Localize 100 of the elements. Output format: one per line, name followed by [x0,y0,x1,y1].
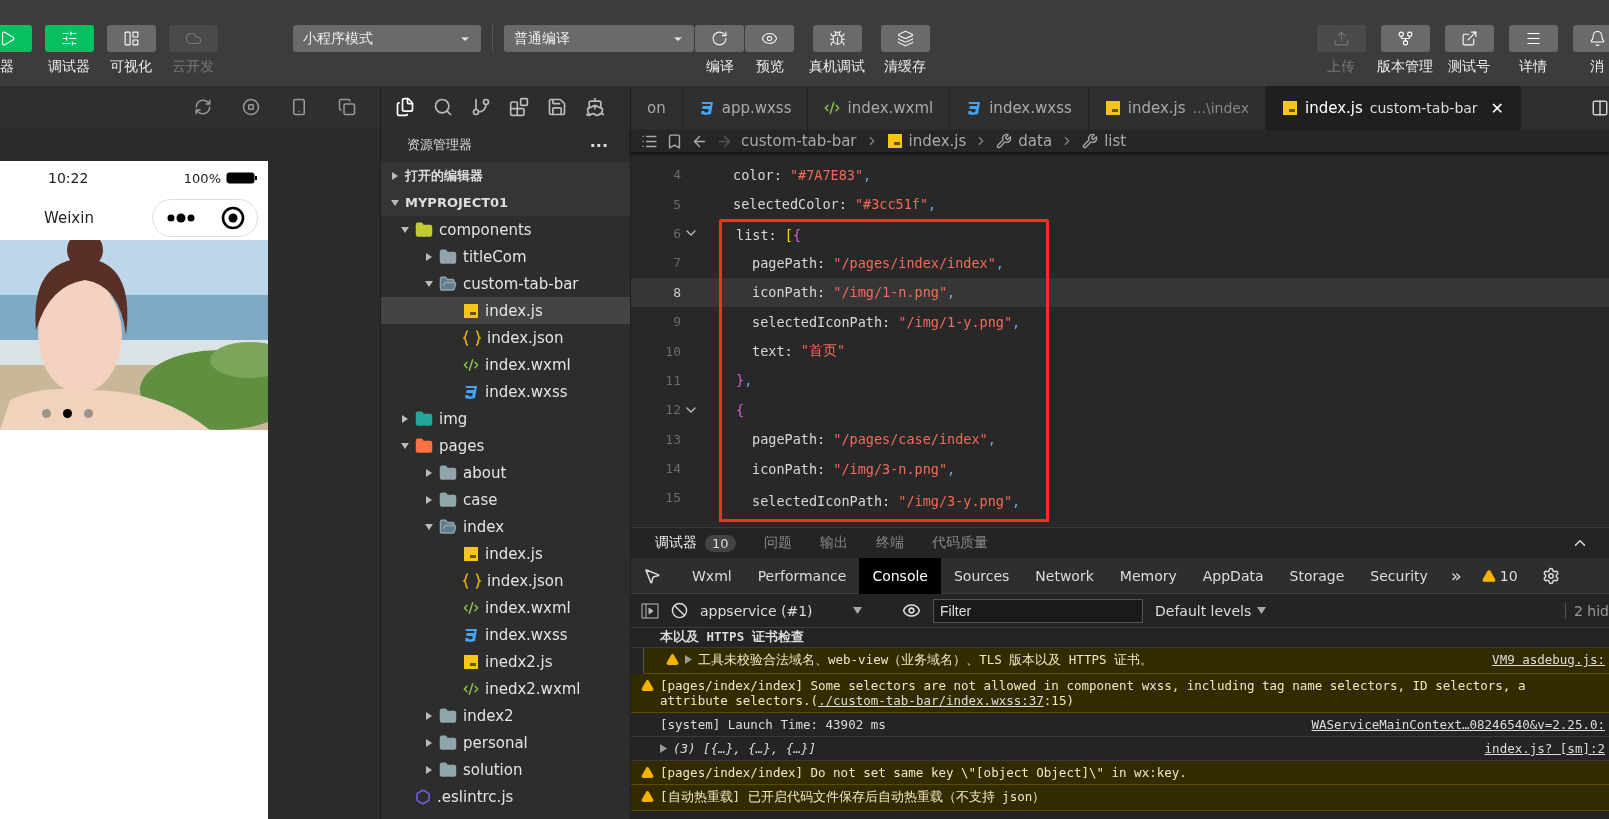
devtools-tab[interactable]: Network [1022,557,1107,594]
caret-down-icon[interactable] [425,279,433,288]
tree-item[interactable]: components [381,216,630,243]
caret-down-icon[interactable] [425,522,433,531]
panel-tab[interactable]: 代码质量 [931,534,988,552]
search-icon[interactable] [433,97,453,117]
toolbar-button[interactable] [44,25,94,52]
toolbar-button[interactable] [1508,25,1558,52]
devtools-tab[interactable]: AppData [1189,557,1277,594]
caret-down-icon[interactable] [401,225,409,234]
stop-icon[interactable] [242,98,260,116]
split-editor-icon[interactable] [1591,99,1609,117]
devtools-tab[interactable]: Memory [1106,557,1190,594]
carousel-dot[interactable] [84,409,93,418]
breadcrumb-item[interactable]: index.js [886,132,967,150]
tree-item[interactable]: index.js [381,297,630,324]
caret-right-icon[interactable] [425,711,433,720]
tree-item[interactable]: index.wxml [381,594,630,621]
preview-button[interactable] [745,25,794,52]
toolbar-button[interactable] [812,25,862,52]
tree-item[interactable]: custom-tab-bar [381,270,630,297]
warning-count[interactable]: 10 [1499,567,1518,584]
phone-icon[interactable] [290,98,308,116]
more-button[interactable]: ··· [589,135,608,155]
caret-right-icon[interactable] [425,468,433,477]
caret-right-icon[interactable] [425,495,433,504]
toolbar-button[interactable] [1444,25,1494,52]
devtools-tab[interactable]: Sources [940,557,1023,594]
ship-icon[interactable] [585,97,605,117]
tree-item[interactable]: index.json [381,324,630,351]
filter-field[interactable]: Filter [933,598,1143,623]
tree-item[interactable]: titleCom [381,243,630,270]
windows-icon[interactable] [338,98,356,116]
devtools-tab[interactable]: Storage [1276,557,1358,594]
breadcrumb-item[interactable]: data [996,132,1053,150]
tree-item[interactable]: personal [381,729,630,756]
caret-down-icon[interactable] [401,441,409,450]
toolbar-button[interactable] [880,25,930,52]
panel-tab[interactable]: 问题 [763,534,792,552]
tree-item[interactable]: index [381,513,630,540]
toolbar-button[interactable] [1572,25,1609,52]
breadcrumb-item[interactable]: custom-tab-bar [741,132,857,150]
devtools-tab[interactable]: Console [859,557,941,594]
tree-item[interactable]: inedx2.js [381,648,630,675]
tree-item[interactable]: solution [381,756,630,783]
save-icon[interactable] [547,97,567,117]
compile-button[interactable] [695,25,744,52]
panel-tab[interactable]: 终端 [875,534,904,552]
source-link[interactable]: WAServiceMainContext…08246540&v=2.25.0: [1311,717,1609,732]
tree-item[interactable]: inedx2.wxml [381,675,630,702]
tree-item[interactable]: about [381,459,630,486]
expand-icon[interactable] [685,655,692,664]
tree-item[interactable]: img [381,405,630,432]
devtools-tab[interactable]: Performance [744,557,860,594]
sidebar-toggle-icon[interactable] [641,602,659,619]
tree-item[interactable]: .eslintrc.js [381,783,630,810]
caret-down-icon[interactable] [391,198,399,207]
tree-item[interactable]: index.wxss [381,378,630,405]
editor-tab[interactable]: index.js custom-tab-bar ✕ [1265,86,1521,130]
bookmark-icon[interactable] [666,132,683,150]
clear-icon[interactable] [671,602,688,619]
levels-select[interactable]: Default levels [1155,602,1267,619]
caret-right-icon[interactable] [401,414,409,423]
source-link[interactable]: ./custom-tab-bar/index.wxss:37 [818,693,1044,708]
carousel-dot[interactable] [42,409,51,418]
more-tabs-button[interactable]: » [1450,565,1462,586]
caret-right-icon[interactable] [425,765,433,774]
branch-icon[interactable] [471,97,491,117]
files-icon[interactable] [395,97,415,117]
close-button[interactable]: ✕ [1490,98,1504,118]
devtools-tab[interactable]: Wxml [679,557,745,594]
inspect-icon[interactable] [643,566,661,585]
tree-item[interactable]: case [381,486,630,513]
tree-item[interactable]: index.json [381,567,630,594]
caret-right-icon[interactable] [425,252,433,261]
settings-icon[interactable] [1541,566,1560,585]
carousel-dot[interactable] [63,409,72,418]
panel-tab[interactable]: 调试器 10 [655,534,736,552]
source-link[interactable]: VM9 asdebug.js: [1492,652,1609,667]
section-header[interactable]: 打开的编辑器 [381,162,630,189]
caret-right-icon[interactable] [391,171,399,180]
toolbar-button[interactable] [1380,25,1430,52]
context-select[interactable]: appservice (#1) [700,602,890,619]
caret-right-icon[interactable] [425,738,433,747]
tree-item[interactable]: index.wxml [381,351,630,378]
section-header[interactable]: MYPROJECT01 [381,189,630,216]
panel-tab[interactable]: 输出 [819,534,848,552]
source-link[interactable]: index.js? [sm]:2 [1484,741,1609,756]
expand-icon[interactable] [660,744,667,753]
compile-select[interactable]: 普通编译 [504,25,694,52]
mode-select[interactable]: 小程序模式 [293,25,481,52]
tree-item[interactable]: index.js [381,540,630,567]
tree-item[interactable]: index2 [381,702,630,729]
devtools-tab[interactable]: Security [1357,557,1441,594]
tree-item[interactable]: index.wxss [381,621,630,648]
eye-icon[interactable] [902,601,921,620]
toolbar-button[interactable] [106,25,156,52]
refresh-icon[interactable] [194,98,212,116]
extensions-icon[interactable] [509,97,529,117]
breadcrumb-item[interactable]: list [1082,132,1127,150]
